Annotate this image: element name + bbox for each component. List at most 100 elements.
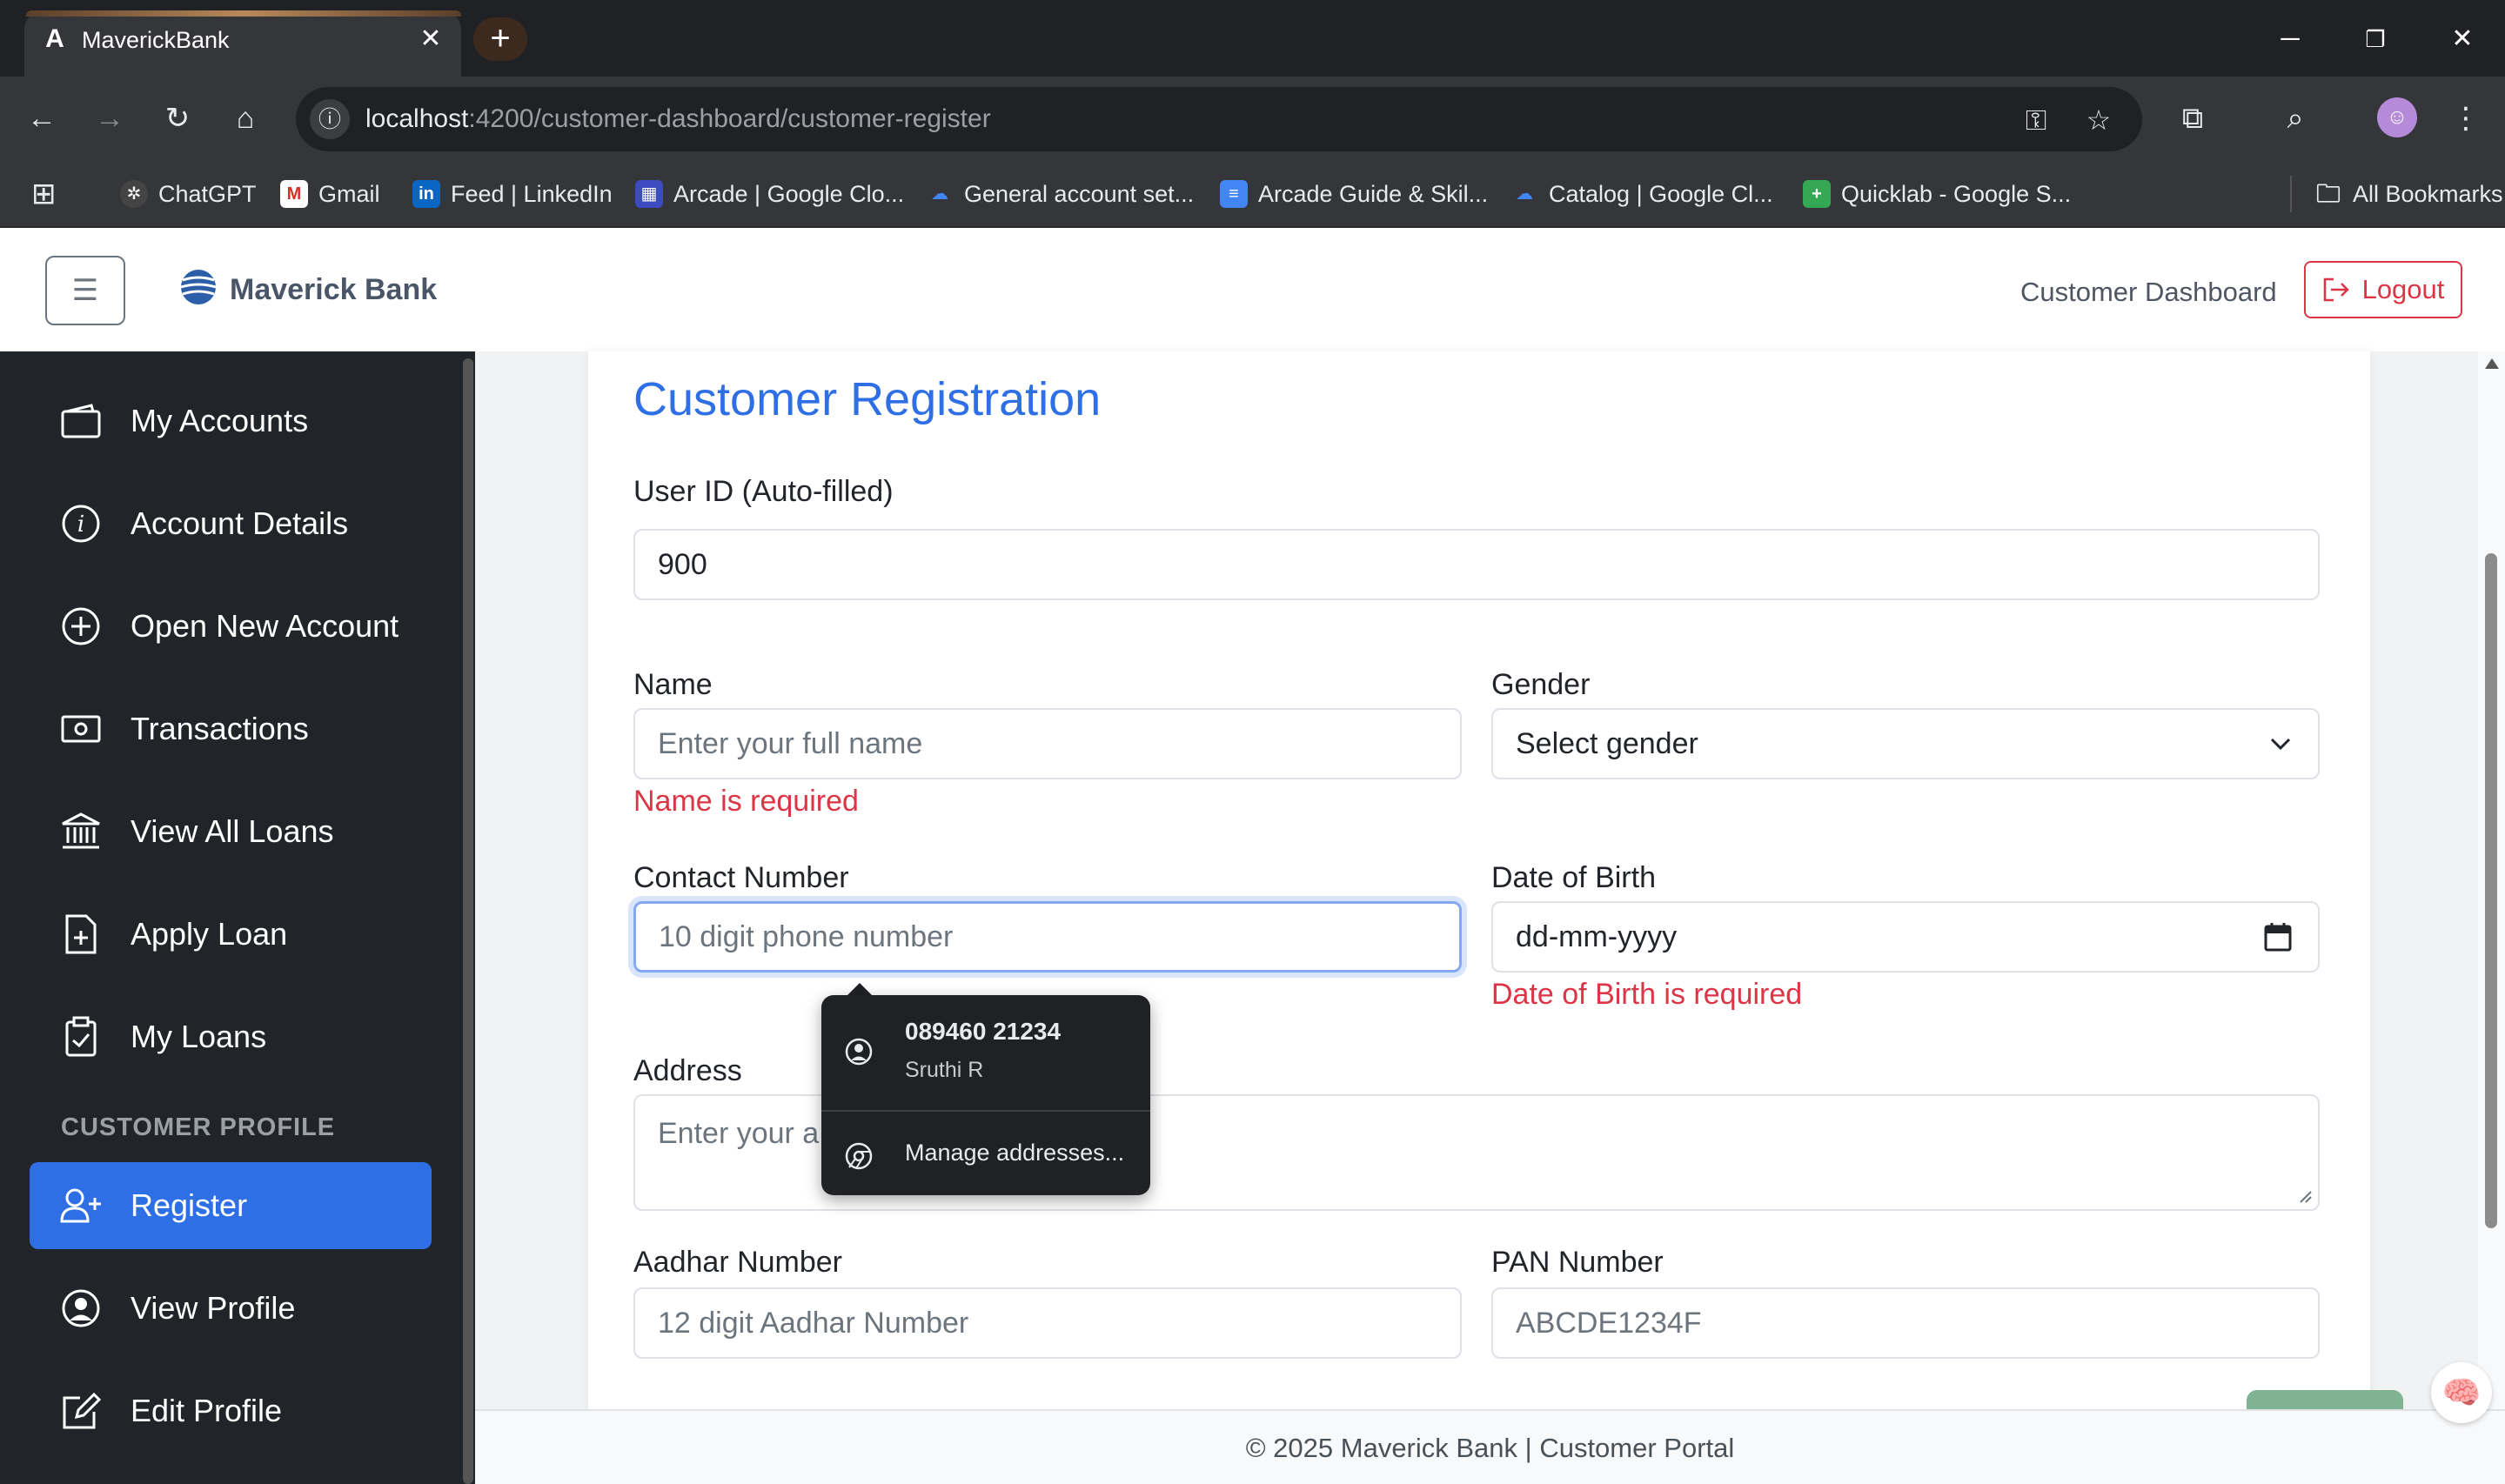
pan-number-field[interactable]: ABCDE1234F bbox=[1491, 1287, 2320, 1359]
brain-assistant-icon[interactable]: 🧠 bbox=[2431, 1362, 2492, 1423]
sidebar-item-view-all-loans[interactable]: View All Loans bbox=[30, 788, 432, 875]
app-header: ☰ Maverick Bank Customer Dashboard Logou… bbox=[0, 228, 2505, 351]
sidebar-item-register[interactable]: Register bbox=[30, 1162, 432, 1249]
forward-icon[interactable]: → bbox=[87, 96, 132, 141]
customer-profile-heading: CUSTOMER PROFILE bbox=[61, 1113, 336, 1141]
password-key-icon[interactable]: ⚿ bbox=[2017, 101, 2055, 139]
back-icon[interactable]: ← bbox=[19, 96, 64, 141]
sidebar-item-transactions[interactable]: Transactions bbox=[30, 685, 432, 772]
main-content: Customer Registration User ID (Auto-fill… bbox=[475, 351, 2505, 1409]
clipboard-check-icon bbox=[59, 1015, 103, 1059]
main-scrollbar[interactable] bbox=[2478, 351, 2505, 1409]
sidebar-item-view-profile[interactable]: View Profile bbox=[30, 1265, 432, 1352]
autofill-name: Sruthi R bbox=[905, 1058, 984, 1082]
sidebar-item-account-details[interactable]: i Account Details bbox=[30, 480, 432, 567]
menu-kebab-icon[interactable]: ⋮ bbox=[2443, 96, 2488, 141]
tab-favicon-icon: A bbox=[45, 24, 64, 53]
site-info-icon[interactable]: ⓘ bbox=[310, 99, 350, 139]
sidebar-item-edit-profile[interactable]: Edit Profile bbox=[30, 1367, 432, 1454]
plus-circle-icon bbox=[59, 605, 103, 648]
browser-tab[interactable]: A MaverickBank ✕ bbox=[24, 10, 461, 77]
bookmark-linkedin[interactable]: in Feed | LinkedIn bbox=[412, 176, 613, 212]
browser-toolbar: ← → ↻ ⌂ ⓘ localhost:4200/customer-dashbo… bbox=[0, 77, 2505, 160]
tab-accent-bar bbox=[26, 10, 461, 17]
extensions-icon[interactable]: ⧉ bbox=[2170, 96, 2215, 141]
aadhar-label: Aadhar Number bbox=[633, 1246, 843, 1279]
linkedin-icon: in bbox=[412, 180, 440, 208]
restore-icon[interactable]: ❐ bbox=[2351, 19, 2400, 59]
scrollbar-thumb[interactable] bbox=[2485, 553, 2497, 1228]
bookmark-arcade-guide[interactable]: ≡ Arcade Guide & Skil... bbox=[1220, 176, 1488, 212]
new-tab-button[interactable]: + bbox=[473, 17, 527, 61]
person-circle-icon bbox=[59, 1287, 103, 1330]
date-of-birth-field[interactable]: dd-mm-yyyy bbox=[1491, 901, 2320, 973]
sidebar-item-apply-loan[interactable]: Apply Loan bbox=[30, 891, 432, 978]
sidebar-item-my-loans[interactable]: My Loans bbox=[30, 993, 432, 1080]
contact-label: Contact Number bbox=[633, 861, 849, 894]
contact-number-field[interactable]: 10 digit phone number bbox=[633, 901, 1462, 973]
manage-addresses-link[interactable]: Manage addresses... bbox=[905, 1140, 1124, 1166]
folder-icon: 🗀 bbox=[2315, 180, 2341, 207]
browser-tabbar: A MaverickBank ✕ + ─ ❐ ✕ bbox=[0, 0, 2505, 77]
profile-avatar[interactable]: ☺ bbox=[2377, 97, 2417, 137]
footer: © 2025 Maverick Bank | Customer Portal bbox=[475, 1409, 2505, 1484]
bookmark-all[interactable]: 🗀 All Bookmarks bbox=[2290, 176, 2503, 212]
autofill-divider bbox=[821, 1110, 1150, 1112]
tab-close-icon[interactable]: ✕ bbox=[414, 23, 447, 56]
bookmarks-bar: ⊞ ✲ ChatGPT M Gmail in Feed | LinkedIn ▦ Arc… bbox=[0, 160, 2505, 228]
dob-label: Date of Birth bbox=[1491, 861, 1656, 894]
logout-button[interactable]: Logout bbox=[2304, 261, 2462, 318]
logout-icon bbox=[2323, 277, 2349, 302]
scroll-up-icon[interactable] bbox=[2485, 358, 2499, 369]
name-field[interactable]: Enter your full name bbox=[633, 708, 1462, 779]
pencil-square-icon bbox=[59, 1389, 103, 1433]
gender-select[interactable]: Select gender bbox=[1491, 708, 2320, 779]
brand-name[interactable]: Maverick Bank bbox=[230, 273, 437, 307]
sidebar-toggle-button[interactable]: ☰ bbox=[45, 256, 125, 325]
cash-icon bbox=[59, 707, 103, 751]
aadhar-number-field[interactable]: 12 digit Aadhar Number bbox=[633, 1287, 1462, 1359]
chatgpt-icon: ✲ bbox=[120, 180, 148, 208]
bookmark-catalog[interactable]: ☁ Catalog | Google Cl... bbox=[1510, 176, 1773, 212]
submit-button[interactable] bbox=[2247, 1390, 2403, 1409]
person-plus-icon bbox=[59, 1184, 103, 1227]
url-text[interactable]: localhost:4200/customer-dashboard/custom… bbox=[365, 104, 991, 134]
autofill-popup: 089460 21234 Sruthi R Manage addresses..… bbox=[821, 995, 1150, 1195]
sidebar-item-open-new-account[interactable]: Open New Account bbox=[30, 583, 432, 670]
user-id-label: User ID (Auto-filled) bbox=[633, 475, 894, 508]
bookmark-chatgpt[interactable]: ✲ ChatGPT bbox=[120, 176, 257, 212]
calendar-icon[interactable] bbox=[2264, 922, 2292, 952]
bookmark-arcade[interactable]: ▦ Arcade | Google Clo... bbox=[635, 176, 904, 212]
address-bar[interactable]: ⓘ localhost:4200/customer-dashboard/cust… bbox=[296, 87, 2142, 151]
bookmark-gmail[interactable]: M Gmail bbox=[280, 176, 380, 212]
reload-icon[interactable]: ↻ bbox=[155, 96, 200, 141]
sidebar: My Accounts i Account Details Open New A… bbox=[0, 351, 475, 1484]
gmail-icon: M bbox=[280, 180, 308, 208]
name-error: Name is required bbox=[633, 785, 859, 818]
arcade-icon: ▦ bbox=[635, 180, 663, 208]
cast-search-icon[interactable]: ⌕ bbox=[2273, 96, 2318, 141]
chevron-down-icon bbox=[2270, 738, 2291, 751]
minimize-icon[interactable]: ─ bbox=[2266, 19, 2314, 59]
gender-label: Gender bbox=[1491, 668, 1591, 701]
bookmark-star-icon[interactable]: ☆ bbox=[2080, 101, 2118, 139]
bookmark-quicklab[interactable]: + Quicklab - Google S... bbox=[1803, 176, 2071, 212]
user-id-field[interactable]: 900 bbox=[633, 529, 2320, 600]
pan-label: PAN Number bbox=[1491, 1246, 1664, 1279]
apps-grid-icon[interactable]: ⊞ bbox=[31, 176, 57, 212]
customer-dashboard-link[interactable]: Customer Dashboard bbox=[2020, 277, 2277, 308]
wallet-icon bbox=[59, 399, 103, 443]
bank-icon bbox=[59, 810, 103, 853]
resize-handle-icon[interactable] bbox=[2297, 1188, 2313, 1204]
dob-error: Date of Birth is required bbox=[1491, 978, 1803, 1011]
sidebar-item-my-accounts[interactable]: My Accounts bbox=[30, 378, 432, 465]
window-close-icon[interactable]: ✕ bbox=[2438, 19, 2487, 59]
sheets-icon: + bbox=[1803, 180, 1831, 208]
autofill-suggestion[interactable]: 089460 21234 Sruthi R bbox=[821, 995, 1150, 1110]
sidebar-scrollbar[interactable] bbox=[463, 358, 473, 1484]
bookmark-general-account[interactable]: ☁ General account set... bbox=[926, 176, 1194, 212]
maverick-logo-icon bbox=[180, 270, 217, 304]
home-icon[interactable]: ⌂ bbox=[223, 96, 268, 141]
docs-icon: ≡ bbox=[1220, 180, 1248, 208]
name-label: Name bbox=[633, 668, 713, 701]
